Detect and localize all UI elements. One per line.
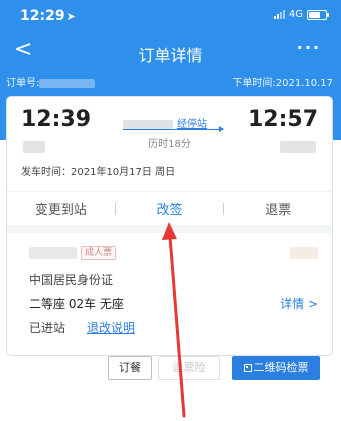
detail-link[interactable]: 详情 > bbox=[280, 295, 318, 312]
order-meal-button[interactable]: 订餐 bbox=[108, 356, 152, 380]
refund-button[interactable]: 退票 bbox=[224, 199, 332, 218]
order-number-label: 订单号: bbox=[6, 78, 40, 89]
reschedule-button[interactable]: 改签 bbox=[116, 199, 224, 218]
order-info-row: 订单号: 下单时间:2021.10.17 bbox=[6, 74, 333, 90]
price-redacted bbox=[290, 247, 318, 259]
change-station-button[interactable]: 变更到站 bbox=[7, 199, 115, 218]
arrive-station-redacted bbox=[280, 141, 316, 153]
stop-station-link[interactable]: 经停站 bbox=[177, 115, 207, 130]
bottom-buttons: 订餐 退票险 二维码检票 bbox=[6, 356, 333, 384]
nav-bar: < 订单详情 ··· bbox=[0, 34, 341, 68]
id-type: 中国居民身份证 bbox=[29, 273, 114, 287]
location-arrow-icon: ➤ bbox=[66, 10, 76, 23]
refund-insurance-button[interactable]: 退票险 bbox=[158, 356, 220, 380]
order-number: 订单号: bbox=[6, 74, 96, 89]
clock: 12:29 bbox=[20, 8, 65, 24]
arrive-time: 12:57 bbox=[247, 107, 318, 132]
signal-icon bbox=[273, 10, 285, 19]
action-row: 变更到站 改签 退票 bbox=[7, 191, 332, 233]
route-arrow bbox=[123, 126, 224, 132]
depart-date: 发车时间：2021年10月17日 周日 bbox=[21, 167, 176, 178]
network-label: 4G bbox=[288, 9, 303, 20]
depart-time: 12:39 bbox=[21, 107, 92, 132]
status-bar: 12:29 ➤ 4G bbox=[0, 0, 341, 28]
ticket-status: 已进站 bbox=[29, 321, 66, 335]
qr-check-in-button[interactable]: 二维码检票 bbox=[232, 356, 320, 380]
qr-check-in-label: 二维码检票 bbox=[253, 361, 309, 374]
ticket-type-badge: 成人票 bbox=[81, 246, 117, 260]
train-number-row: 经停站 bbox=[123, 115, 207, 130]
order-time: 下单时间:2021.10.17 bbox=[232, 78, 333, 89]
qr-code-icon bbox=[243, 364, 252, 372]
seat-info: 二等座 02车 无座 bbox=[29, 297, 124, 311]
train-number-redacted bbox=[123, 119, 173, 129]
status-indicators: 4G bbox=[273, 9, 329, 20]
status-time: 12:29 ➤ bbox=[20, 8, 76, 24]
order-number-redacted bbox=[39, 78, 96, 88]
ticket-card: 12:39 经停站 历时18分 12:57 发车时间：2021年10月17日 周… bbox=[6, 96, 333, 356]
passenger-name-redacted bbox=[29, 247, 77, 259]
refund-rules-link[interactable]: 退改说明 bbox=[87, 319, 135, 336]
more-options-icon[interactable]: ··· bbox=[297, 38, 321, 57]
page-title: 订单详情 bbox=[138, 46, 203, 65]
train-info: 12:39 经停站 历时18分 12:57 发车时间：2021年10月17日 周… bbox=[7, 97, 332, 191]
battery-icon bbox=[307, 9, 329, 20]
passenger-info: 成人票 中国居民身份证 二等座 02车 无座 详情 > 已进站 退改说明 bbox=[7, 241, 332, 355]
